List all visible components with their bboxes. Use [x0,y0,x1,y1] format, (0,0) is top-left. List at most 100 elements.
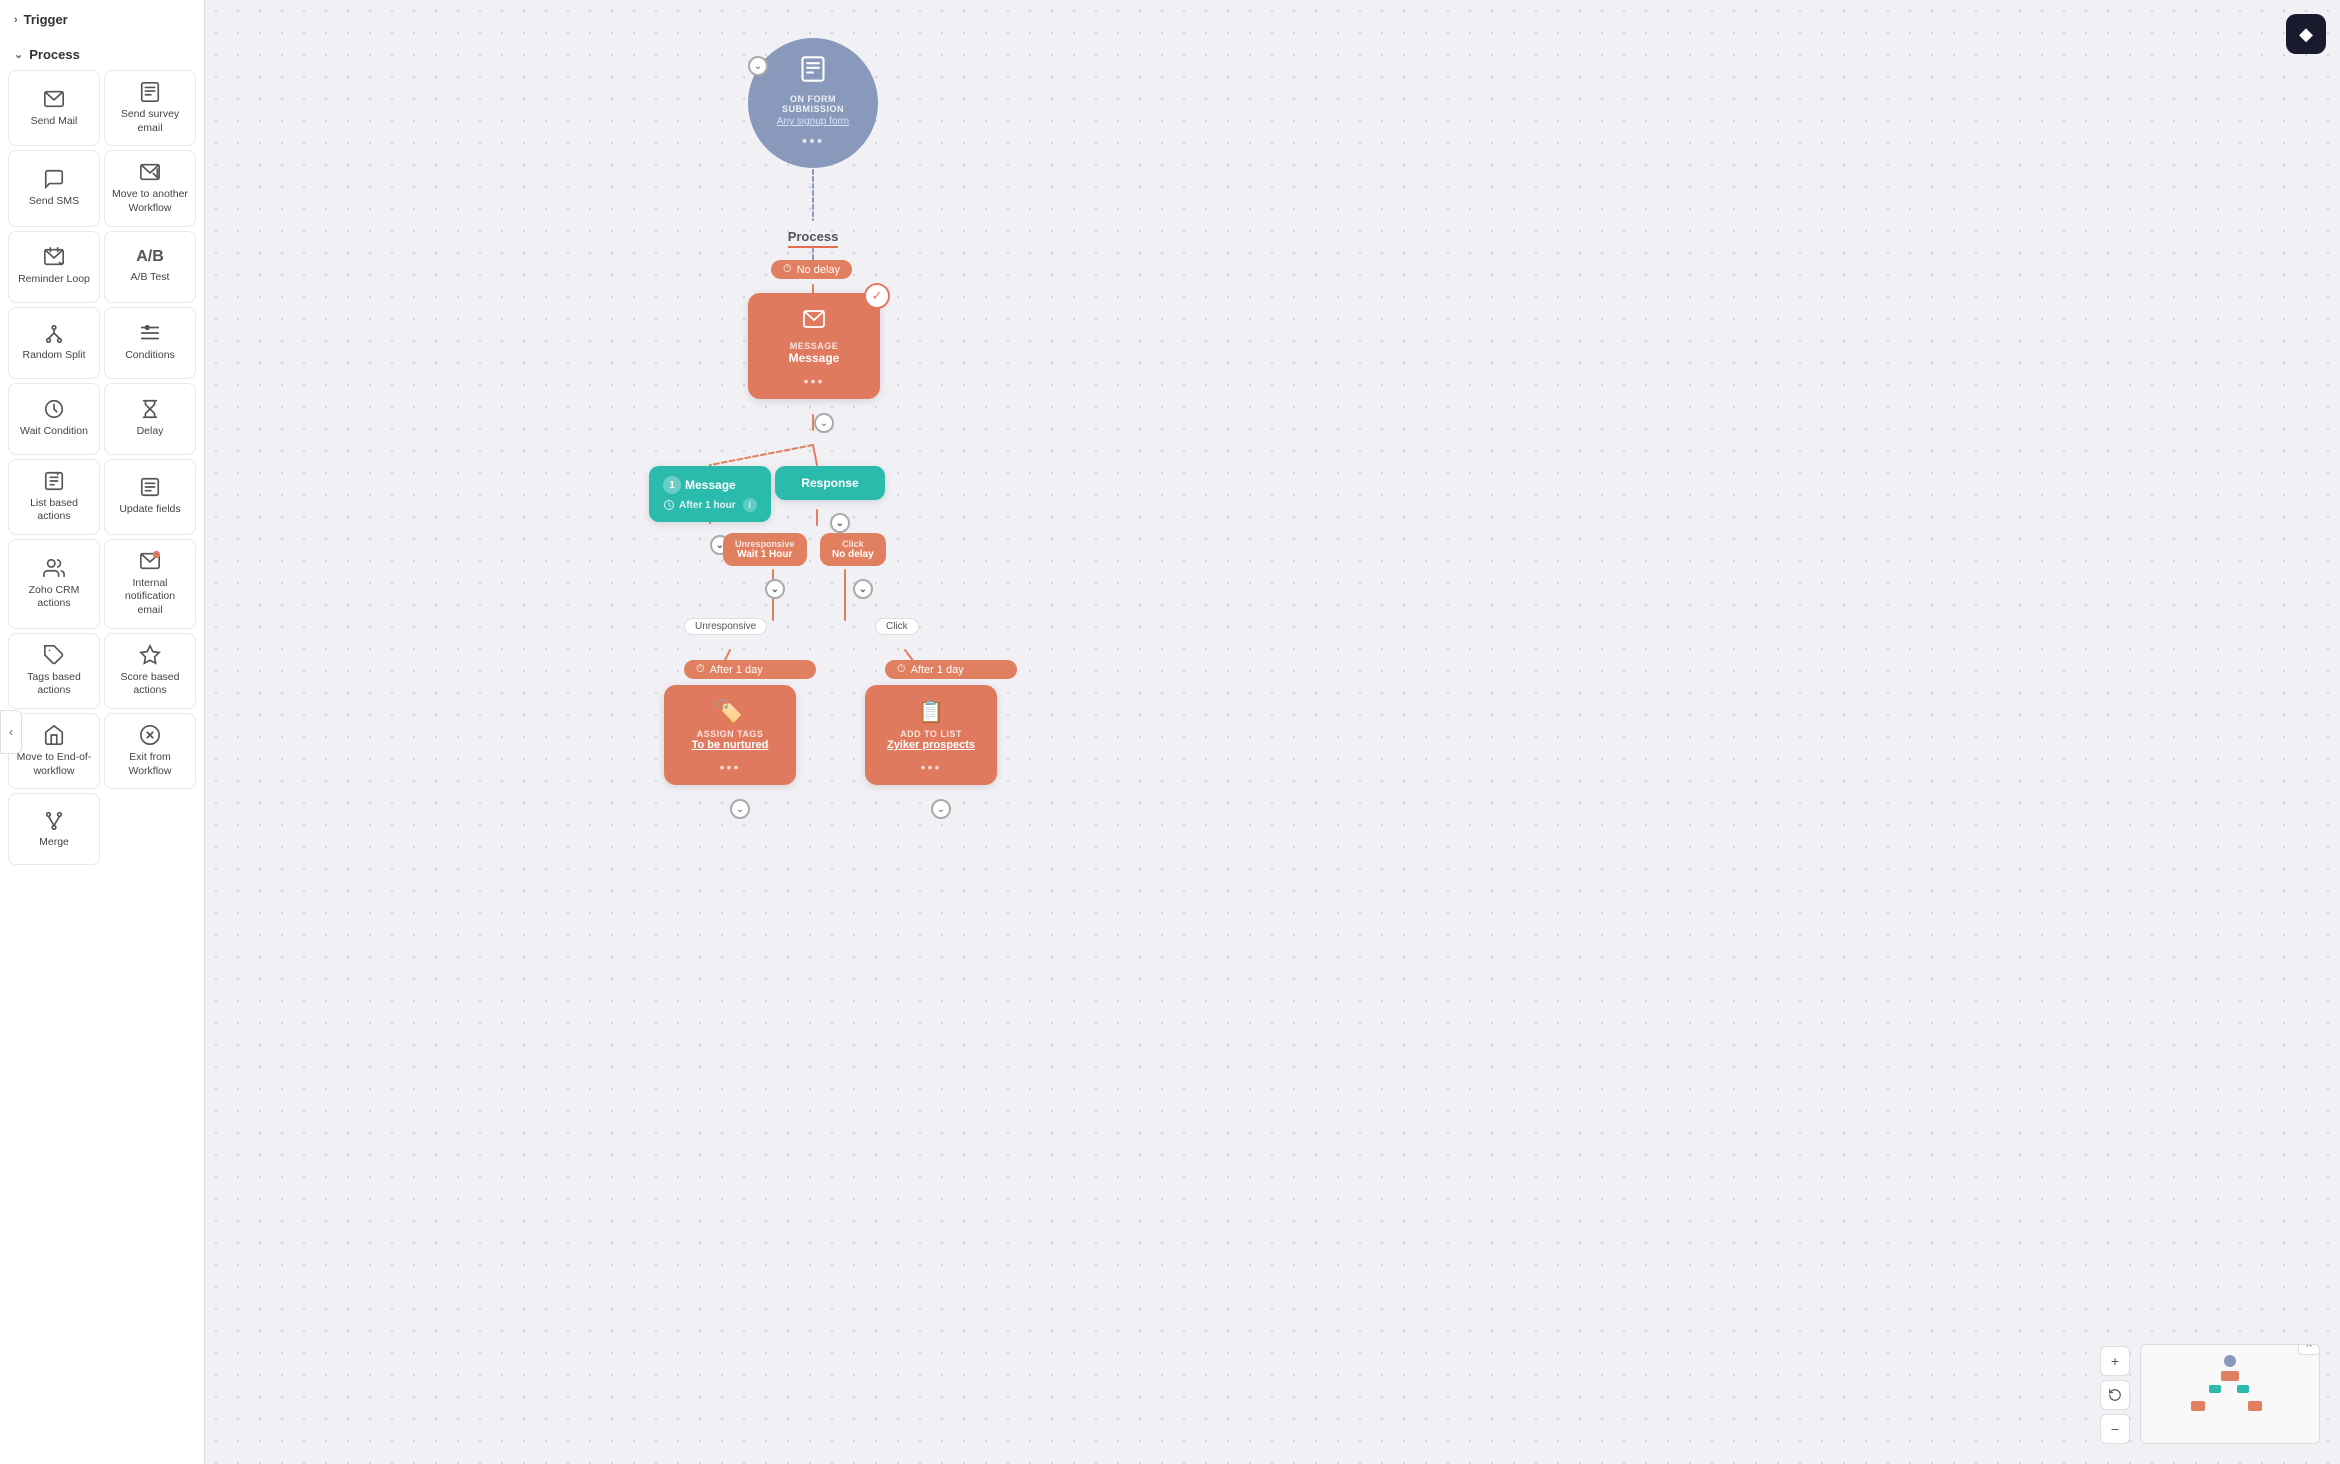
trigger-expand-chevron[interactable]: ⌄ [748,56,768,76]
assign-tags-node[interactable]: 🏷️ ASSIGN TAGS To be nurtured ••• ⌄ [664,685,796,785]
trigger-section-header[interactable]: › Trigger [0,0,204,35]
click-no-delay-node[interactable]: Click No delay ⌄ [820,533,886,566]
sidebar-item-list-based[interactable]: List based actions [8,459,100,535]
sidebar-item-update-fields[interactable]: Update fields [104,459,196,535]
trigger-form-icon [799,55,827,90]
condition-info-icon[interactable]: i [743,498,757,512]
click-chevron[interactable]: ⌄ [853,579,873,599]
flow-connectors [205,0,2340,1464]
move-workflow-icon [139,161,161,183]
score-based-label: Score based actions [111,671,189,698]
assign-tags-icon: 🏷️ [680,699,780,725]
update-fields-label: Update fields [119,503,180,517]
assign-tags-name[interactable]: To be nurtured [680,739,780,751]
sidebar: › Trigger ⌄ Process Send Mail Send surve… [0,0,205,1464]
ab-test-icon: A/B [136,248,164,266]
assign-tags-dots[interactable]: ••• [680,759,780,775]
unresponsive-wait-node[interactable]: Unresponsive Wait 1 Hour ⌄ [723,533,807,566]
send-survey-icon [139,81,161,103]
message-node-name: Message [764,351,864,365]
unresponsive-chevron[interactable]: ⌄ [765,579,785,599]
zoho-crm-label: Zoho CRM actions [15,584,93,611]
message-condition-sublabel: After 1 hour i [663,498,757,512]
no-delay-click-label: No delay [832,549,874,560]
score-based-icon [139,644,161,666]
add-to-list-dots[interactable]: ••• [881,759,981,775]
conditions-icon [139,322,161,344]
sidebar-item-reminder-loop[interactable]: Reminder Loop [8,231,100,303]
sidebar-item-send-mail[interactable]: Send Mail [8,70,100,146]
process-label: Process [777,228,849,246]
sidebar-item-ab-test[interactable]: A/B A/B Test [104,231,196,303]
workflow-canvas[interactable]: ◆ ON FORM SUBMISSION An [205,0,2340,1464]
response-node-chevron[interactable]: ⌄ [830,513,850,533]
trigger-section-label: Trigger [24,12,68,27]
send-survey-label: Send survey email [111,108,189,135]
sidebar-item-score-based[interactable]: Score based actions [104,633,196,709]
add-to-list-type: ADD TO LIST [881,729,981,739]
exit-workflow-icon [139,724,161,746]
sidebar-item-zoho-crm[interactable]: Zoho CRM actions [8,539,100,629]
message-condition-node[interactable]: 1 Message After 1 hour i ⌄ [649,466,771,522]
sidebar-item-merge[interactable]: Merge [8,793,100,865]
sidebar-item-conditions[interactable]: Conditions [104,307,196,379]
sidebar-item-internal-notification[interactable]: Internal notification email [104,539,196,629]
click-branch-label: Click [875,618,919,635]
wait-1hour-label: Wait 1 Hour [735,549,795,560]
response-node[interactable]: Response ⌄ [775,466,885,500]
internal-notification-label: Internal notification email [111,577,189,618]
sidebar-collapse-button[interactable]: ‹ [0,710,22,754]
wait-condition-label: Wait Condition [20,425,88,439]
add-to-list-chevron[interactable]: ⌄ [931,799,951,819]
reset-zoom-button[interactable] [2100,1380,2130,1410]
process-section-label: Process [29,47,80,62]
add-to-list-icon: 📋 [881,699,981,725]
trigger-dots[interactable]: ••• [802,133,825,151]
click-prefix: Click [832,539,874,549]
delay-icon-assign: ⏱ [696,663,705,676]
assign-tags-delay-badge: ⏱ After 1 day [684,660,816,679]
minimap-canvas [2141,1345,2319,1443]
sidebar-item-tags-based[interactable]: Tags based actions [8,633,100,709]
assign-tags-type: ASSIGN TAGS [680,729,780,739]
no-delay-badge[interactable]: ⏱ No delay [771,260,852,279]
zoom-in-button[interactable]: + [2100,1346,2130,1376]
add-to-list-node[interactable]: 📋 ADD TO LIST Zyiker prospects ••• ⌄ [865,685,997,785]
exit-workflow-label: Exit from Workflow [111,751,189,778]
merge-icon [43,809,65,831]
trigger-title: ON FORM SUBMISSION [758,94,868,114]
trigger-link[interactable]: Any signup form [777,116,849,127]
sidebar-item-exit-workflow[interactable]: Exit from Workflow [104,713,196,789]
wait-condition-icon [43,398,65,420]
move-workflow-label: Move to another Workflow [111,188,189,215]
minimap: × [2140,1344,2320,1444]
send-mail-label: Send Mail [31,115,78,129]
sidebar-item-send-survey[interactable]: Send survey email [104,70,196,146]
send-sms-icon [43,168,65,190]
sidebar-item-send-sms[interactable]: Send SMS [8,150,100,226]
assign-tags-chevron[interactable]: ⌄ [730,799,750,819]
sidebar-item-wait-condition[interactable]: Wait Condition [8,383,100,455]
process-items-grid: Send Mail Send survey email Send SMS Mov… [0,70,204,875]
add-to-list-name[interactable]: Zyiker prospects [881,739,981,751]
sidebar-item-delay[interactable]: Delay [104,383,196,455]
list-based-icon [43,470,65,492]
message-node-dots[interactable]: ••• [764,373,864,389]
process-section-header[interactable]: ⌄ Process [0,35,204,70]
delay-label: Delay [137,425,164,439]
ab-test-label: A/B Test [131,271,170,285]
assign-tags-wrapper: ⏱ After 1 day 🏷️ ASSIGN TAGS To be nurtu… [664,660,796,785]
delay-clock-icon: ⏱ [783,263,792,276]
message-node[interactable]: ✓ MESSAGE Message ••• ⌄ [748,293,880,399]
message-node-chevron[interactable]: ⌄ [814,413,834,433]
internal-notification-icon [139,550,161,572]
unresponsive-prefix: Unresponsive [735,539,795,549]
trigger-node[interactable]: ON FORM SUBMISSION Any signup form ••• [748,38,878,168]
sidebar-item-random-split[interactable]: Random Split [8,307,100,379]
conditions-label: Conditions [125,349,175,363]
sidebar-item-move-workflow[interactable]: Move to another Workflow [104,150,196,226]
assign-tags-delay-label: After 1 day [710,664,763,676]
zoom-out-button[interactable]: − [2100,1414,2130,1444]
app-logo: ◆ [2286,14,2326,54]
merge-label: Merge [39,836,69,850]
